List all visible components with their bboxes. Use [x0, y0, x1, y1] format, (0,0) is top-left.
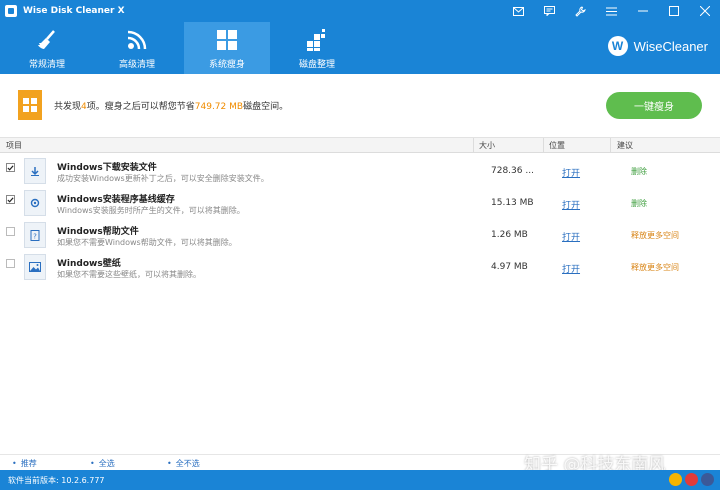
- recommend-link[interactable]: 推荐: [12, 458, 37, 469]
- open-link[interactable]: 打开: [562, 166, 580, 179]
- table-row[interactable]: Windows壁纸 如果您不需要这些壁纸，可以将其删除。 4.97 MB 打开 …: [0, 251, 720, 283]
- weibo-icon[interactable]: [685, 473, 698, 486]
- summary-banner: 共发现4项。瘦身之后可以帮您节省749.72 MB磁盘空间。 一键瘦身: [0, 74, 720, 138]
- open-link[interactable]: 打开: [562, 262, 580, 275]
- row-checkbox[interactable]: [6, 259, 15, 268]
- settings-icon[interactable]: [565, 0, 596, 22]
- select-none-link[interactable]: 全不选: [167, 458, 200, 469]
- row-size: 4.97 MB: [491, 262, 528, 272]
- row-checkbox[interactable]: [6, 227, 15, 236]
- tab-regular-clean[interactable]: 常规清理: [4, 22, 90, 74]
- mail-icon[interactable]: [503, 0, 534, 22]
- main-nav: 常规清理 高级清理 系统瘦身 磁盘整理 W WiseCleaner: [0, 22, 720, 74]
- minimize-icon[interactable]: [627, 0, 658, 22]
- tab-label: 系统瘦身: [208, 60, 245, 70]
- rating-icon[interactable]: [669, 473, 682, 486]
- maximize-icon[interactable]: [658, 0, 689, 22]
- brand[interactable]: W WiseCleaner: [607, 36, 708, 56]
- header-item: 项目: [6, 141, 22, 150]
- broom-icon: [35, 28, 59, 52]
- column-divider: [610, 138, 611, 153]
- brand-name: WiseCleaner: [633, 38, 708, 54]
- tab-disk-defrag[interactable]: 磁盘整理: [274, 22, 360, 74]
- row-description: 成功安装Windows更新补丁之后，可以安全删除安装文件。: [57, 174, 269, 183]
- table-row[interactable]: ? Windows帮助文件 如果您不需要Windows帮助文件，可以将其删除。 …: [0, 219, 720, 251]
- row-size: 15.13 MB: [491, 198, 534, 208]
- column-divider: [543, 138, 544, 153]
- window-controls: [503, 0, 720, 22]
- feedback-icon[interactable]: [534, 0, 565, 22]
- summary-mid: 项。瘦身之后可以帮您节省: [86, 102, 195, 112]
- windows-icon: [215, 28, 239, 52]
- tab-system-slim[interactable]: 系统瘦身: [184, 22, 270, 74]
- row-description: 如果您不需要Windows帮助文件，可以将其删除。: [57, 238, 237, 247]
- suggestion-label: 释放更多空间: [631, 263, 679, 272]
- header-location: 位置: [549, 141, 565, 150]
- summary-suffix: 磁盘空间。: [243, 102, 289, 112]
- open-link[interactable]: 打开: [562, 230, 580, 243]
- windows-icon: [18, 90, 42, 120]
- row-size: 1.26 MB: [491, 230, 528, 240]
- facebook-icon[interactable]: [701, 473, 714, 486]
- advanced-clean-icon: [125, 28, 149, 52]
- tab-advanced-clean[interactable]: 高级清理: [94, 22, 180, 74]
- header-suggestion: 建议: [617, 141, 633, 150]
- help-file-icon: ?: [24, 222, 46, 248]
- header-size: 大小: [479, 141, 495, 150]
- close-icon[interactable]: [689, 0, 720, 22]
- tab-label: 常规清理: [28, 60, 65, 70]
- title-bar: Wise Disk Cleaner X: [0, 0, 720, 22]
- row-description: Windows安装服务时所产生的文件，可以将其删除。: [57, 206, 245, 215]
- window-title: Wise Disk Cleaner X: [23, 6, 125, 16]
- row-title: Windows帮助文件: [57, 227, 139, 237]
- version-text: 软件当前版本: 10.2.6.777: [8, 476, 105, 485]
- row-description: 如果您不需要这些壁纸，可以将其删除。: [57, 270, 201, 279]
- tab-label: 高级清理: [118, 60, 155, 70]
- defrag-icon: [305, 28, 329, 52]
- status-bar: 软件当前版本: 10.2.6.777: [0, 470, 720, 490]
- one-click-slim-button[interactable]: 一键瘦身: [606, 92, 702, 119]
- table-row[interactable]: Windows下载安装文件 成功安装Windows更新补丁之后，可以安全删除安装…: [0, 155, 720, 187]
- row-title: Windows安装程序基线缓存: [57, 195, 175, 205]
- suggestion-label: 释放更多空间: [631, 231, 679, 240]
- brand-logo: W: [607, 36, 628, 56]
- row-title: Windows下载安装文件: [57, 163, 157, 173]
- installer-icon: [24, 190, 46, 216]
- check-icon: [7, 196, 14, 203]
- menu-icon[interactable]: [596, 0, 627, 22]
- summary-size: 749.72 MB: [194, 102, 244, 112]
- download-icon: [24, 158, 46, 184]
- suggestion-label: 删除: [631, 199, 647, 208]
- summary-text: 共发现4项。瘦身之后可以帮您节省749.72 MB磁盘空间。: [54, 99, 288, 112]
- check-icon: [7, 164, 14, 171]
- open-link[interactable]: 打开: [562, 198, 580, 211]
- row-title: Windows壁纸: [57, 259, 121, 269]
- tab-label: 磁盘整理: [298, 60, 335, 70]
- summary-prefix: 共发现: [54, 102, 82, 112]
- status-icons: [666, 473, 714, 486]
- column-divider: [473, 138, 474, 153]
- wallpaper-icon: [24, 254, 46, 280]
- app-icon: [5, 5, 17, 17]
- table-row[interactable]: Windows安装程序基线缓存 Windows安装服务时所产生的文件，可以将其删…: [0, 187, 720, 219]
- svg-text:?: ?: [33, 232, 37, 240]
- table-header: 项目 大小 位置 建议: [0, 138, 720, 153]
- suggestion-label: 删除: [631, 167, 647, 176]
- row-checkbox[interactable]: [6, 195, 15, 204]
- select-all-link[interactable]: 全选: [90, 458, 115, 469]
- row-size: 728.36 ...: [491, 166, 534, 176]
- row-checkbox[interactable]: [6, 163, 15, 172]
